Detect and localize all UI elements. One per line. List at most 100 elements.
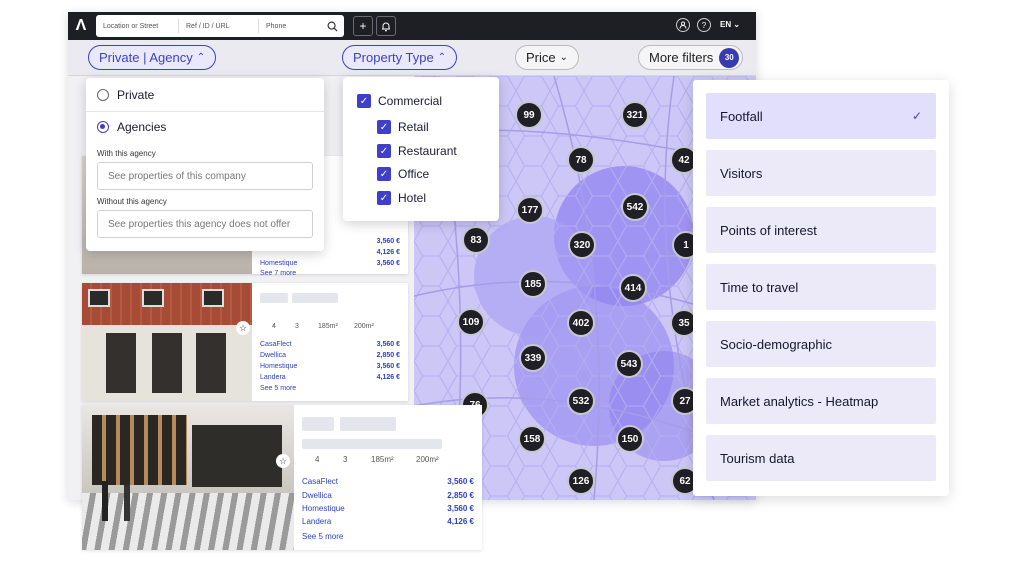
user-icon[interactable] [676, 18, 690, 32]
filter-count-badge: 30 [719, 47, 740, 68]
checkbox-checked-icon[interactable]: ✓ [377, 167, 391, 181]
search-icon[interactable] [324, 18, 340, 34]
divider [86, 111, 324, 112]
layer-label: Socio-demographic [720, 336, 833, 352]
layer-label: Market analytics - Heatmap [720, 393, 879, 409]
layer-market-analytics[interactable]: Market analytics - Heatmap [706, 378, 936, 424]
price-value: 2,850 € [376, 352, 400, 359]
radio-button[interactable] [97, 89, 109, 101]
commercial-option[interactable]: ✓ Commercial [357, 94, 442, 108]
without-agency-input[interactable]: See properties this agency does not offe… [97, 210, 313, 238]
checkbox-checked-icon[interactable]: ✓ [357, 94, 371, 108]
map-cluster[interactable]: 126 [567, 467, 595, 495]
agency-name[interactable]: Dwellica [302, 491, 332, 500]
map-cluster[interactable]: 339 [519, 344, 547, 372]
see-more-link[interactable]: See 5 more [260, 385, 296, 392]
layer-points-of-interest[interactable]: Points of interest [706, 207, 936, 253]
listing-card[interactable]: ☆ 4 3 185m² 200m² CasaFlect 3,560 € Dwell… [82, 283, 408, 401]
map-cluster[interactable]: 177 [516, 196, 544, 224]
map-cluster[interactable]: 320 [568, 231, 596, 259]
map-cluster[interactable]: 542 [621, 193, 649, 221]
placeholder-bar [302, 417, 334, 431]
agencies-label: Agencies [117, 120, 167, 134]
property-type-chip[interactable]: Property Type ⌃ [342, 45, 458, 70]
layer-label: Visitors [720, 165, 763, 181]
agency-name[interactable]: Homestique [260, 363, 297, 370]
checkbox-checked-icon[interactable]: ✓ [377, 144, 391, 158]
price-value: 3,560 € [376, 238, 400, 245]
see-more-link[interactable]: See 7 more [260, 270, 296, 277]
map-cluster[interactable]: 321 [621, 101, 649, 129]
price-chip[interactable]: Price ⌄ [515, 45, 580, 70]
map-cluster[interactable]: 109 [457, 308, 485, 336]
price-value: 3,560 € [447, 477, 474, 486]
type-option-office[interactable]: ✓ Office [377, 167, 429, 181]
with-agency-label: With this agency [97, 149, 156, 158]
map-cluster[interactable]: 414 [619, 274, 647, 302]
bell-icon[interactable] [376, 16, 396, 36]
agency-name[interactable]: Landera [302, 517, 331, 526]
map-cluster[interactable]: 532 [567, 387, 595, 415]
type-option-retail[interactable]: ✓ Retail [377, 120, 429, 134]
agency-name[interactable]: CasaFlect [302, 477, 338, 486]
map-cluster[interactable]: 158 [518, 425, 546, 453]
map-cluster[interactable]: 402 [567, 309, 595, 337]
help-icon[interactable]: ? [697, 18, 711, 32]
type-label: Restaurant [398, 144, 457, 158]
built-area: 185m² [318, 323, 338, 330]
layer-tourism-data[interactable]: Tourism data [706, 435, 936, 481]
with-agency-input[interactable]: See properties of this company [97, 162, 313, 190]
price-row: Homestique 3,560 € [302, 504, 474, 513]
search-bar[interactable]: Location or Street Ref / ID / URL Phone [96, 15, 344, 37]
layer-time-to-travel[interactable]: Time to travel [706, 264, 936, 310]
agency-name[interactable]: CasaFlect [260, 341, 292, 348]
map-cluster[interactable]: 83 [462, 226, 490, 254]
add-icon[interactable]: + [353, 16, 373, 36]
map-cluster[interactable]: 78 [567, 146, 595, 174]
seller-filter-chip[interactable]: Private | Agency ⌃ [88, 45, 217, 70]
chevron-down-icon: ⌄ [733, 20, 741, 29]
logo[interactable]: Λ [68, 12, 94, 40]
map-cluster[interactable]: 99 [515, 101, 543, 129]
phone-input[interactable]: Phone [259, 19, 324, 33]
placeholder-bar [260, 293, 288, 303]
filter-bar: Private | Agency ⌃ Property Type ⌃ Price ⌄ … [68, 40, 756, 76]
plot-area: 200m² [416, 455, 439, 464]
property-type-label: Property Type [353, 50, 434, 65]
type-option-restaurant[interactable]: ✓ Restaurant [377, 144, 457, 158]
radio-button-selected[interactable] [97, 121, 109, 133]
agency-name[interactable]: Landera [260, 374, 286, 381]
ref-input[interactable]: Ref / ID / URL [179, 19, 259, 33]
see-more-link[interactable]: See 5 more [302, 532, 343, 541]
agency-name[interactable]: Dwellica [260, 352, 286, 359]
agency-name[interactable]: Homestique [260, 260, 297, 267]
layer-socio-demographic[interactable]: Socio-demographic [706, 321, 936, 367]
price-label: Price [526, 50, 556, 65]
agency-name[interactable]: Homestique [302, 504, 345, 513]
price-row: Landera 4,126 € [302, 517, 474, 526]
map-cluster[interactable]: 185 [519, 270, 547, 298]
checkbox-checked-icon[interactable]: ✓ [377, 120, 391, 134]
placeholder-bar [292, 293, 338, 303]
language-select[interactable]: EN ⌄ [720, 20, 740, 29]
agencies-option[interactable]: Agencies [97, 120, 166, 134]
bedrooms: 4 [272, 323, 276, 330]
chevron-up-icon: ⌃ [196, 52, 206, 63]
price-row: Homestique 3,560 € [260, 260, 400, 267]
more-filters-chip[interactable]: More filters 30 [638, 45, 744, 70]
checkbox-checked-icon[interactable]: ✓ [377, 191, 391, 205]
map-cluster[interactable]: 543 [615, 350, 643, 378]
favorite-star-icon[interactable]: ☆ [236, 321, 250, 335]
favorite-star-icon[interactable]: ☆ [276, 454, 290, 468]
seller-dropdown: Private Agencies With this agency See pr… [86, 78, 324, 251]
commercial-label: Commercial [378, 94, 443, 108]
price-row: Dwellica 2,850 € [260, 352, 400, 359]
map-cluster[interactable]: 150 [616, 425, 644, 453]
price-row: Landera 4,126 € [260, 374, 400, 381]
location-input[interactable]: Location or Street [96, 19, 179, 33]
private-option[interactable]: Private [97, 88, 154, 102]
layer-visitors[interactable]: Visitors [706, 150, 936, 196]
listing-card-expanded[interactable]: ☆ 4 3 185m² 200m² CasaFlect 3,560 € Dwell… [82, 405, 482, 550]
type-option-hotel[interactable]: ✓ Hotel [377, 191, 426, 205]
layer-footfall[interactable]: Footfall ✓ [706, 93, 936, 139]
